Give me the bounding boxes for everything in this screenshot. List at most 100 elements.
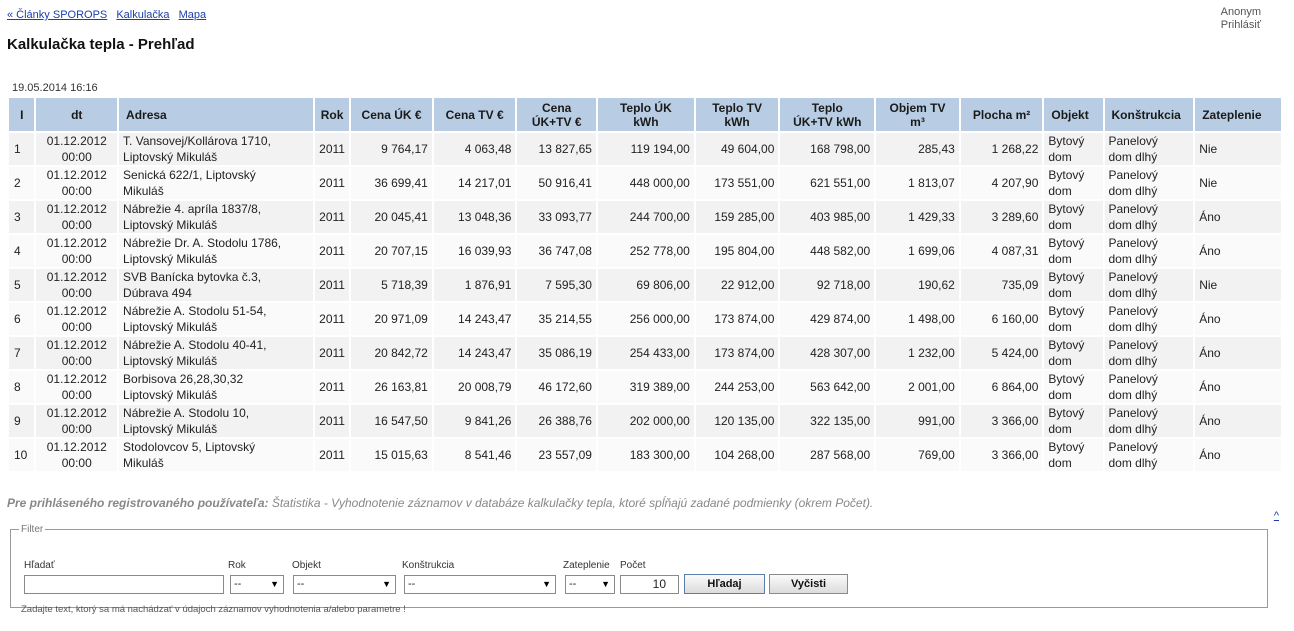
table-cell: 20 707,15: [351, 235, 432, 267]
column-header[interactable]: Rok: [314, 98, 350, 131]
table-cell: 36 747,08: [517, 235, 596, 267]
column-header[interactable]: Cena ÚK+TV €: [517, 98, 596, 131]
clear-button[interactable]: Vyčisti: [769, 574, 848, 594]
table-cell: 22 912,00: [695, 269, 779, 301]
user-name: Anonym: [1220, 6, 1261, 18]
pocet-input[interactable]: 10: [620, 575, 679, 594]
table-cell: 104 268,00: [695, 439, 779, 471]
table-cell: 14 217,01: [433, 167, 516, 199]
column-header[interactable]: Teplo ÚK+TV kWh: [780, 98, 875, 131]
table-cell: 4: [9, 235, 35, 267]
table-cell: 448 582,00: [780, 235, 875, 267]
table-cell: 202 000,00: [597, 405, 694, 437]
column-header[interactable]: Konštrukcia: [1104, 98, 1194, 131]
column-header[interactable]: Teplo ÚK kWh: [597, 98, 694, 131]
table-cell: 2011: [314, 439, 350, 471]
login-link[interactable]: Prihlásiť: [1221, 19, 1261, 32]
table-cell: 16 039,93: [433, 235, 516, 267]
filter-legend: Filter: [21, 524, 44, 535]
table-cell: 322 135,00: [780, 405, 875, 437]
rok-select[interactable]: -- ▼: [230, 575, 284, 594]
table-row: 10 01.12.2012 00:00 Stodolovcov 5, Liptovs…: [9, 439, 1281, 471]
objekt-select[interactable]: -- ▼: [293, 575, 396, 594]
table-cell: 173 874,00: [695, 303, 779, 335]
column-header[interactable]: Zateplenie: [1195, 98, 1281, 131]
table-cell: Nábrežie A. Stodolu 51-54, Liptovský Mik…: [119, 303, 313, 335]
table-cell: 3 289,60: [960, 201, 1043, 233]
table-cell: Stodolovcov 5, Liptovský Mikuláš: [119, 439, 313, 471]
table-cell: 4 207,90: [960, 167, 1043, 199]
table-cell: 01.12.2012 00:00: [36, 303, 118, 335]
column-header[interactable]: dt: [36, 98, 118, 131]
table-cell: 1: [9, 133, 35, 165]
rok-select-value: --: [234, 578, 242, 590]
table-cell: 9: [9, 405, 35, 437]
table-cell: Borbisova 26,28,30,32 Liptovský Mikuláš: [119, 371, 313, 403]
table-cell: 173 874,00: [695, 337, 779, 369]
column-header[interactable]: Plocha m²: [960, 98, 1043, 131]
column-header[interactable]: I: [9, 98, 35, 131]
table-cell: 428 307,00: [780, 337, 875, 369]
table-cell: 13 827,65: [517, 133, 596, 165]
table-cell: 35 086,19: [517, 337, 596, 369]
table-cell: 16 547,50: [351, 405, 432, 437]
table-cell: 119 194,00: [597, 133, 694, 165]
column-header[interactable]: Adresa: [119, 98, 313, 131]
column-header[interactable]: Objekt: [1044, 98, 1103, 131]
table-cell: 120 135,00: [695, 405, 779, 437]
table-row: 6 01.12.2012 00:00 Nábrežie A. Stodolu 51-…: [9, 303, 1281, 335]
table-cell: 36 699,41: [351, 167, 432, 199]
back-to-top-link[interactable]: ^: [1274, 510, 1279, 522]
table-cell: Áno: [1195, 439, 1281, 471]
table-cell: 1 268,22: [960, 133, 1043, 165]
table-cell: Nábrežie A. Stodolu 40-41, Liptovský Mik…: [119, 337, 313, 369]
zateplenie-select[interactable]: -- ▼: [565, 575, 615, 594]
table-cell: 01.12.2012 00:00: [36, 269, 118, 301]
table-cell: Panelový dom dlhý: [1104, 133, 1194, 165]
table-cell: Áno: [1195, 303, 1281, 335]
page-title: Kalkulačka tepla - Prehľad: [7, 36, 195, 53]
table-cell: 15 015,63: [351, 439, 432, 471]
table-cell: 5 424,00: [960, 337, 1043, 369]
table-cell: T. Vansovej/Kollárova 1710, Liptovský Mi…: [119, 133, 313, 165]
table-row: 2 01.12.2012 00:00 Senická 622/1, Liptovsk…: [9, 167, 1281, 199]
column-header[interactable]: Objem TV m³: [876, 98, 959, 131]
table-cell: 35 214,55: [517, 303, 596, 335]
chevron-down-icon: ▼: [601, 579, 610, 589]
table-cell: Panelový dom dlhý: [1104, 371, 1194, 403]
table-cell: 13 048,36: [433, 201, 516, 233]
table-cell: 23 557,09: [517, 439, 596, 471]
table-cell: 01.12.2012 00:00: [36, 371, 118, 403]
table-cell: 448 000,00: [597, 167, 694, 199]
table-cell: 285,43: [876, 133, 959, 165]
column-header[interactable]: Teplo TV kWh: [695, 98, 779, 131]
konstrukcia-select[interactable]: -- ▼: [404, 575, 556, 594]
table-cell: 01.12.2012 00:00: [36, 235, 118, 267]
search-input[interactable]: [24, 575, 224, 594]
table-cell: 9 841,26: [433, 405, 516, 437]
table-cell: 991,00: [876, 405, 959, 437]
table-cell: 256 000,00: [597, 303, 694, 335]
table-cell: 1 429,33: [876, 201, 959, 233]
nav-link-articles[interactable]: « Články SPOROPS: [7, 9, 107, 21]
table-cell: 3 366,00: [960, 439, 1043, 471]
table-cell: 20 971,09: [351, 303, 432, 335]
konstrukcia-select-value: --: [408, 578, 416, 590]
column-header[interactable]: Cena TV €: [433, 98, 516, 131]
column-header[interactable]: Cena ÚK €: [351, 98, 432, 131]
table-cell: 735,09: [960, 269, 1043, 301]
nav-link-map[interactable]: Mapa: [179, 9, 207, 21]
table-cell: 195 804,00: [695, 235, 779, 267]
table-cell: 1 813,07: [876, 167, 959, 199]
timestamp: 19.05.2014 16:16: [12, 82, 98, 94]
table-cell: 20 045,41: [351, 201, 432, 233]
table-cell: 4 063,48: [433, 133, 516, 165]
table-cell: 621 551,00: [780, 167, 875, 199]
search-button[interactable]: Hľadaj: [684, 574, 765, 594]
table-cell: 2 001,00: [876, 371, 959, 403]
table-cell: Panelový dom dlhý: [1104, 167, 1194, 199]
objekt-select-value: --: [297, 578, 305, 590]
table-cell: 168 798,00: [780, 133, 875, 165]
top-nav: « Články SPOROPS Kalkulačka Mapa: [7, 9, 212, 21]
nav-link-calculator[interactable]: Kalkulačka: [116, 9, 169, 21]
